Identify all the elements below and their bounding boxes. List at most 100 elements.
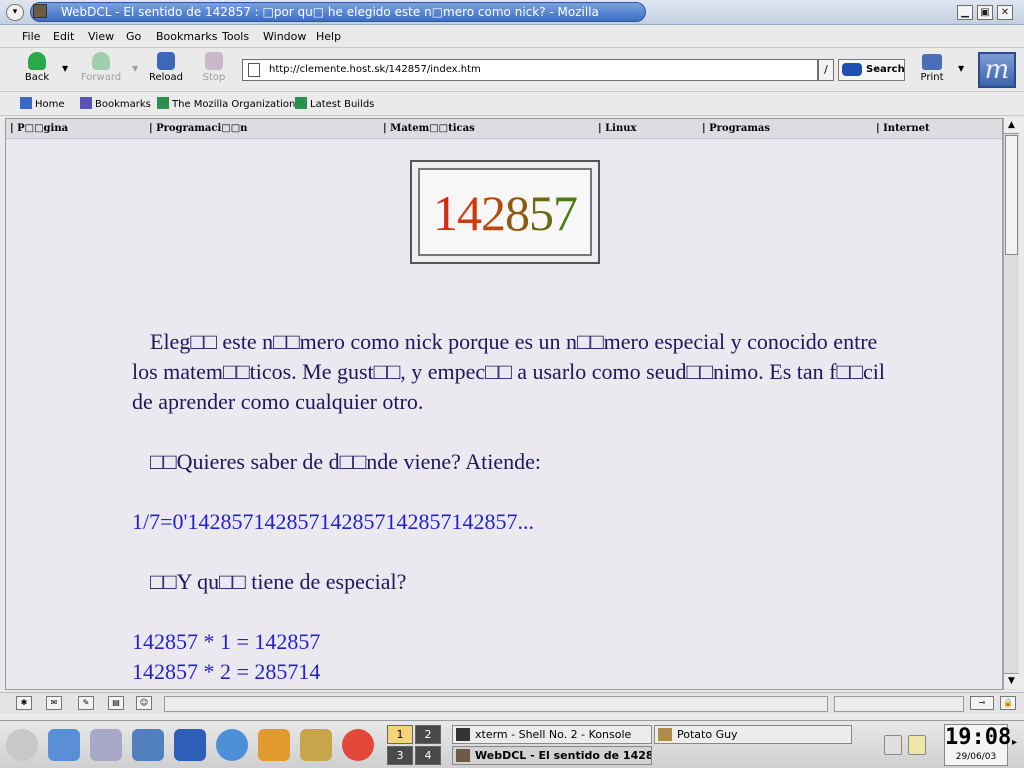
print-dropdown-icon[interactable]: ▼ [958,64,964,73]
show-desktop-icon[interactable] [48,729,80,761]
logo-digit: 4 [457,185,482,241]
task-potato-guy[interactable]: Potato Guy [654,725,852,744]
kde-menu-icon[interactable] [6,729,38,761]
clock[interactable]: 19:08 29/06/03 [944,724,1012,766]
forward-button[interactable]: Forward [79,52,123,88]
forward-label: Forward [80,72,122,83]
bookmarks-label: Bookmarks [95,99,151,110]
composer-icon[interactable]: ✎ [78,696,94,710]
bookmarks-button[interactable]: Bookmarks [80,97,151,110]
url-go-button[interactable]: / [818,59,834,81]
menu-bar: File Edit View Go Bookmarks Tools Window… [0,26,1024,48]
menu-tools[interactable]: Tools [222,30,249,43]
page-content: | P□□gina | Programaci□□n | Matem□□ticas… [5,118,1003,690]
kde-panel: 1 2 3 4 xterm - Shell No. 2 - Konsole Po… [0,720,1024,768]
desktop-pager-1[interactable]: 1 [387,725,413,744]
reload-button[interactable]: Reload [144,52,188,88]
article-body: Eleg□□ este n□□mero como nick porque es … [132,327,892,687]
navigator-icon[interactable]: ✱ [16,696,32,710]
page-proxy-icon[interactable] [248,63,260,77]
stop-button[interactable]: Stop [192,52,236,88]
minimize-icon[interactable]: ▁ [957,5,973,20]
special-question: □□Y qu□□ tiene de especial? [150,569,407,594]
maximize-icon[interactable]: ▣ [977,5,993,20]
logo-digit: 2 [481,185,506,241]
task-label: WebDCL - El sentido de 142857 [475,749,652,762]
personal-toolbar: Home Bookmarks The Mozilla Organization … [0,92,1024,116]
page-favicon-icon [33,4,47,18]
site-nav-internet[interactable]: | Internet [876,123,930,134]
web-browser-icon[interactable] [216,729,248,761]
site-nav-matematicas[interactable]: | Matem□□ticas [383,123,475,134]
home-label: Home [35,99,65,110]
forward-arrow-icon [92,52,110,70]
site-nav-linux[interactable]: | Linux [598,123,636,134]
reload-label: Reload [148,72,184,83]
title-bar[interactable]: ▾ WebDCL - El sentido de 142857 : □por q… [0,0,1024,25]
menu-file[interactable]: File [22,30,40,43]
scroll-up-icon[interactable]: ▲ [1004,118,1019,134]
task-mozilla[interactable]: WebDCL - El sentido de 142857 [452,746,652,765]
logo-digit: 8 [505,185,530,241]
clock-time: 19:08 [945,725,1012,750]
menu-edit[interactable]: Edit [53,30,74,43]
mozilla-icon [456,749,470,762]
desktop-pager-4[interactable]: 4 [415,746,441,765]
site-nav-pagina[interactable]: | P□□gina [10,123,68,134]
menu-view[interactable]: View [88,30,114,43]
desktop-pager-3[interactable]: 3 [387,746,413,765]
back-button[interactable]: Back [15,52,59,88]
control-center-icon[interactable] [90,729,122,761]
calendar-icon[interactable] [908,735,926,755]
site-nav-programacion[interactable]: | Programaci□□n [149,123,247,134]
menu-go[interactable]: Go [126,30,141,43]
back-arrow-icon [28,52,46,70]
forward-dropdown-icon[interactable]: ▼ [132,64,138,73]
desktop-pager-2[interactable]: 2 [415,725,441,744]
bookmark-label: The Mozilla Organization [172,99,296,110]
home-icon [20,97,32,109]
menu-bookmarks[interactable]: Bookmarks [156,30,217,43]
home-folder-icon[interactable] [132,729,164,761]
chat-icon[interactable]: ☺ [136,696,152,710]
bookmark-icon [295,97,307,109]
scroll-down-icon[interactable]: ▼ [1004,673,1019,689]
mozilla-throbber-icon[interactable]: m [978,52,1016,88]
konqueror-icon[interactable] [174,729,206,761]
scroll-thumb[interactable] [1005,135,1018,255]
search-icon [842,63,862,76]
progress-bar [834,696,964,712]
klipper-icon[interactable] [884,735,902,755]
panel-arrow-icon[interactable]: ▸ [1012,737,1017,748]
bookmark-icon [157,97,169,109]
logo-digit: 5 [529,185,554,241]
back-dropdown-icon[interactable]: ▼ [62,64,68,73]
potato-icon [658,728,672,741]
site-nav-programas[interactable]: | Programas [702,123,770,134]
url-input[interactable]: http://clemente.host.sk/142857/index.htm [242,59,818,81]
security-lock-icon: 🔒 [1000,696,1016,710]
mail-icon[interactable]: ✉ [46,696,62,710]
close-icon[interactable]: ✕ [997,5,1013,20]
bookmark-mozilla-org[interactable]: The Mozilla Organization [157,97,295,110]
bookmark-latest-builds[interactable]: Latest Builds [295,97,374,110]
terminal-icon [456,728,470,741]
number-logo-text: 142857 [418,168,592,256]
task-konsole[interactable]: xterm - Shell No. 2 - Konsole [452,725,652,744]
vertical-scrollbar[interactable]: ▲ ▼ [1003,118,1019,690]
home-button[interactable]: Home [20,97,65,110]
editor-icon[interactable] [300,729,332,761]
window-menu-icon[interactable]: ▾ [6,4,24,21]
intro-paragraph: Eleg□□ este n□□mero como nick porque es … [132,329,886,414]
mail-client-icon[interactable] [258,729,290,761]
reload-icon [157,52,175,70]
online-status-icon[interactable]: ⊸ [970,696,994,710]
menu-window[interactable]: Window [263,30,306,43]
menu-help[interactable]: Help [316,30,341,43]
help-icon[interactable] [342,729,374,761]
print-button[interactable]: Print [914,52,950,88]
fraction-line: 1/7=0'142857142857142857142857142857... [132,509,534,534]
addressbook-icon[interactable]: ▤ [108,696,124,710]
